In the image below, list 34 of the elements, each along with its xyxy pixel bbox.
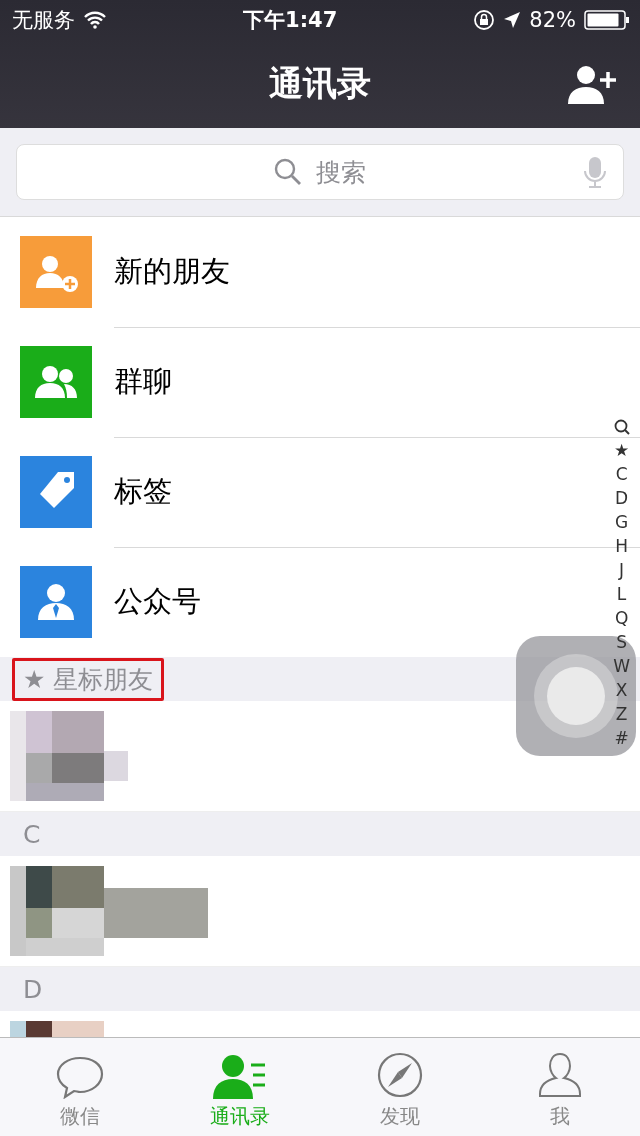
battery-percent: 82% [529,8,576,32]
index-letter[interactable]: Z [615,702,628,726]
person-icon [537,1051,583,1099]
clock-time: 下午1:47 [243,7,338,34]
add-contact-button[interactable] [568,64,618,104]
index-letter[interactable]: L [616,582,627,606]
page-title: 通讯录 [269,62,371,105]
section-header: C [22,818,42,851]
index-letter[interactable]: J [619,558,625,582]
index-letter[interactable]: H [615,534,628,558]
menu-entry[interactable]: 公众号 [114,582,201,622]
index-letter[interactable]: # [614,726,629,750]
section-header: D [22,973,44,1006]
location-arrow-icon [503,11,522,29]
compass-icon [376,1051,424,1099]
rotation-lock-icon [473,9,496,31]
search-icon [274,158,302,186]
index-letter[interactable]: ★ [613,438,630,462]
index-letter[interactable]: G [615,510,629,534]
wifi-icon [83,11,107,29]
menu-entry[interactable]: 标签 [114,471,172,512]
chat-bubble-icon [55,1055,105,1099]
menu-entry[interactable]: 群聊 [114,361,172,402]
battery-icon [584,10,630,30]
index-letter[interactable]: X [615,678,628,702]
index-letter[interactable]: D [615,486,629,510]
section-header: ★ 星标朋友 [12,657,165,701]
index-letter[interactable]: Q [614,606,629,630]
assistive-touch-button[interactable] [516,636,636,756]
index-letter[interactable]: C [615,462,628,486]
carrier-name: 无服务 [12,7,75,34]
menu-entry[interactable]: 新的朋友 [114,251,230,292]
index-letter[interactable]: W [613,654,630,678]
index-letter[interactable]: S [616,630,627,654]
